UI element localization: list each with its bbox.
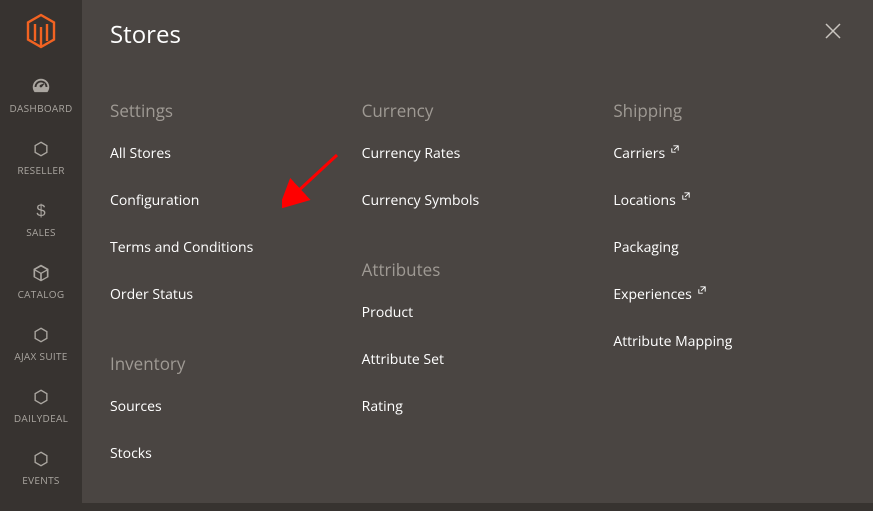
hex-icon bbox=[30, 324, 52, 346]
section-title: Shipping bbox=[613, 99, 845, 122]
nav-label: EVENTS bbox=[22, 474, 59, 486]
section-title: Inventory bbox=[110, 352, 342, 375]
link-label: Attribute Mapping bbox=[613, 332, 732, 351]
flyout-header: Stores bbox=[110, 18, 845, 51]
hex-icon bbox=[30, 138, 52, 160]
link-label: Packaging bbox=[613, 238, 678, 257]
menu-link-carriers[interactable]: Carriers bbox=[613, 144, 845, 163]
nav-item-dailydeal[interactable]: DAILYDEAL bbox=[0, 372, 82, 434]
nav-label: DASHBOARD bbox=[9, 102, 72, 114]
hex-icon bbox=[30, 386, 52, 408]
menu-link-sources[interactable]: Sources bbox=[110, 397, 342, 416]
magento-logo[interactable] bbox=[0, 0, 82, 62]
nav-item-sales[interactable]: $ SALES bbox=[0, 186, 82, 248]
external-link-icon bbox=[682, 192, 690, 200]
menu-link-experiences[interactable]: Experiences bbox=[613, 285, 845, 304]
external-link-icon bbox=[671, 145, 679, 153]
link-label: Rating bbox=[362, 397, 403, 416]
link-label: Currency Symbols bbox=[362, 191, 480, 210]
magento-logo-icon bbox=[25, 13, 57, 49]
link-label: Experiences bbox=[613, 285, 691, 304]
svg-text:$: $ bbox=[36, 201, 45, 220]
link-label: Attribute Set bbox=[362, 350, 444, 369]
link-label: Product bbox=[362, 303, 413, 322]
stores-flyout: Stores Settings All Stores Configuration Te… bbox=[82, 0, 873, 503]
nav-label: CATALOG bbox=[18, 288, 65, 300]
menu-link-attribute-set[interactable]: Attribute Set bbox=[362, 350, 594, 369]
menu-link-currency-symbols[interactable]: Currency Symbols bbox=[362, 191, 594, 210]
external-link-icon bbox=[698, 286, 706, 294]
flyout-section: Inventory Sources Stocks bbox=[110, 352, 342, 463]
nav-label: RESELLER bbox=[17, 164, 64, 176]
menu-link-attribute-mapping[interactable]: Attribute Mapping bbox=[613, 332, 845, 351]
flyout-column: Currency Currency Rates Currency Symbols At… bbox=[362, 99, 594, 511]
menu-link-packaging[interactable]: Packaging bbox=[613, 238, 845, 257]
menu-link-configuration[interactable]: Configuration bbox=[110, 191, 342, 210]
nav-item-events[interactable]: EVENTS bbox=[0, 434, 82, 496]
cube-icon bbox=[30, 262, 52, 284]
menu-link-currency-rates[interactable]: Currency Rates bbox=[362, 144, 594, 163]
flyout-columns: Settings All Stores Configuration Terms and… bbox=[110, 99, 845, 511]
admin-sidebar: DASHBOARD RESELLER $ SALES CATALOG AJAX SUITE… bbox=[0, 0, 82, 503]
nav-label: DAILYDEAL bbox=[14, 412, 68, 424]
dollar-icon: $ bbox=[30, 200, 52, 222]
flyout-section: Shipping Carriers Locations Packaging Experi… bbox=[613, 99, 845, 351]
flyout-section: Currency Currency Rates Currency Symbols bbox=[362, 99, 594, 210]
section-title: Attributes bbox=[362, 258, 594, 281]
flyout-section: Settings All Stores Configuration Terms and… bbox=[110, 99, 342, 304]
menu-link-terms-and-conditions[interactable]: Terms and Conditions bbox=[110, 238, 342, 257]
nav-label: SALES bbox=[26, 226, 56, 238]
close-icon bbox=[825, 23, 841, 39]
flyout-section: Attributes Product Attribute Set Rating bbox=[362, 258, 594, 416]
nav-item-dashboard[interactable]: DASHBOARD bbox=[0, 62, 82, 124]
link-label: All Stores bbox=[110, 144, 171, 163]
link-label: Carriers bbox=[613, 144, 665, 163]
dashboard-icon bbox=[30, 76, 52, 98]
menu-link-order-status[interactable]: Order Status bbox=[110, 285, 342, 304]
flyout-column: Shipping Carriers Locations Packaging Experi… bbox=[613, 99, 845, 511]
menu-link-stocks[interactable]: Stocks bbox=[110, 444, 342, 463]
link-label: Sources bbox=[110, 397, 162, 416]
flyout-column: Settings All Stores Configuration Terms and… bbox=[110, 99, 342, 511]
menu-link-all-stores[interactable]: All Stores bbox=[110, 144, 342, 163]
section-title: Settings bbox=[110, 99, 342, 122]
menu-link-product[interactable]: Product bbox=[362, 303, 594, 322]
nav-item-reseller[interactable]: RESELLER bbox=[0, 124, 82, 186]
nav-item-catalog[interactable]: CATALOG bbox=[0, 248, 82, 310]
hex-icon bbox=[30, 448, 52, 470]
close-button[interactable] bbox=[821, 18, 845, 48]
link-label: Currency Rates bbox=[362, 144, 461, 163]
link-label: Stocks bbox=[110, 444, 152, 463]
link-label: Order Status bbox=[110, 285, 193, 304]
nav-label: AJAX SUITE bbox=[14, 350, 67, 362]
section-title: Currency bbox=[362, 99, 594, 122]
link-label: Configuration bbox=[110, 191, 199, 210]
menu-link-locations[interactable]: Locations bbox=[613, 191, 845, 210]
menu-link-rating[interactable]: Rating bbox=[362, 397, 594, 416]
link-label: Locations bbox=[613, 191, 675, 210]
flyout-title: Stores bbox=[110, 18, 181, 51]
link-label: Terms and Conditions bbox=[110, 238, 253, 257]
nav-item-ajax-suite[interactable]: AJAX SUITE bbox=[0, 310, 82, 372]
